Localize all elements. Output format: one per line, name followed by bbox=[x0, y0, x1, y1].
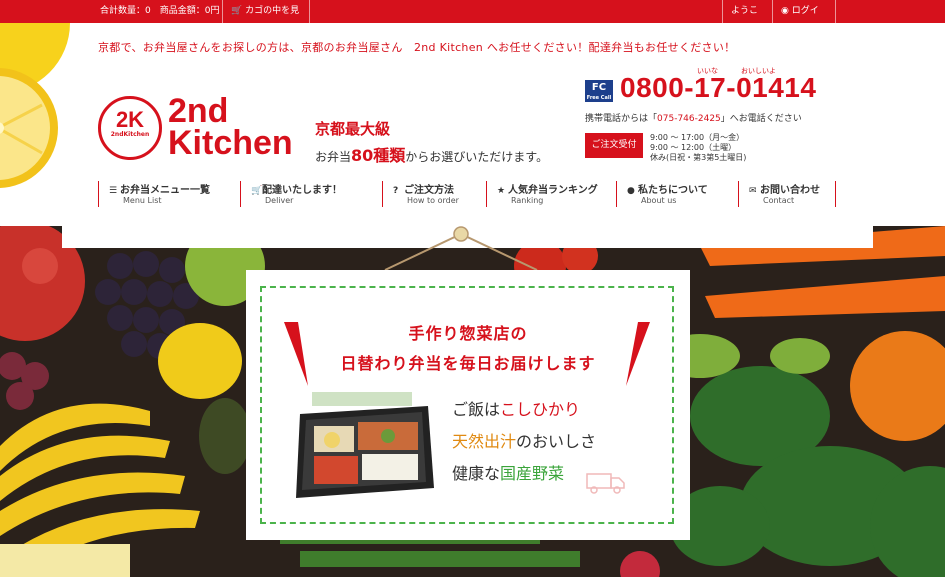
nav-contact-en: Contact bbox=[763, 196, 795, 205]
nav-menu-list-en: Menu List bbox=[123, 196, 162, 205]
kyoto-post: からお選びいただけます。 bbox=[405, 150, 549, 164]
site-header: 京都で、お弁当屋さんをお探しの方は、京都のお弁当屋さん 2nd Kitchen … bbox=[0, 23, 945, 226]
logo-mark[interactable]: 2K 2ndKitchen bbox=[98, 96, 162, 160]
nav-contact-jp: お問い合わせ bbox=[760, 185, 820, 196]
promo-veg-line: 健康な国産野菜 bbox=[452, 460, 564, 484]
mobile-phone-note: 携帯電話からは「075-746-2425」へお電話ください bbox=[585, 111, 802, 124]
freecall-mark: FC bbox=[591, 82, 607, 93]
welcome-text: ようこそ bbox=[722, 0, 772, 39]
user-icon: ◉ bbox=[781, 6, 789, 16]
mobile-post: 」へお電話ください bbox=[720, 114, 802, 124]
nav-menu-list[interactable]: ☰ お弁当メニュー一覧 Menu List bbox=[98, 181, 240, 207]
promo-dashi-highlight: 天然出汁 bbox=[452, 432, 517, 451]
kyoto-pre: お弁当 bbox=[315, 150, 352, 164]
order-reception-button[interactable]: ご注文受付 bbox=[585, 133, 643, 158]
promo-veg-pre: 健康な bbox=[452, 464, 501, 483]
kyoto-count: 80種類 bbox=[351, 146, 406, 165]
freecall-icon: FC Free Call bbox=[585, 80, 613, 102]
view-cart-link[interactable]: 🛒 カゴの中を見る bbox=[222, 0, 310, 39]
nav-deliver[interactable]: 🛒配達いたします！ Deliver bbox=[240, 181, 382, 207]
business-hours: 9:00 ～ 17:00（月～金） 9:00 ～ 12:00（土曜） 休み(日祝… bbox=[650, 133, 746, 163]
hours-closed: 休み(日祝・第3第5土曜日) bbox=[650, 153, 747, 162]
user-icon: ● bbox=[627, 186, 635, 196]
nav-how-to-order-en: How to order bbox=[407, 196, 459, 205]
promo-rice-line: ご飯はこしひかり bbox=[452, 396, 580, 420]
promo-card: 手作り惣菜店の 日替わり弁当を毎日お届けします ご飯はこしひかり 天然出汁のおい… bbox=[246, 270, 690, 540]
lemon-decoration bbox=[0, 23, 70, 188]
nav-deliver-en: Deliver bbox=[265, 196, 294, 205]
logo-line-1: 2nd bbox=[168, 92, 229, 130]
nav-deliver-jp: 配達いたします！ bbox=[262, 185, 342, 196]
freecall-small: Free Call bbox=[586, 95, 612, 101]
nav-how-to-order-jp: ご注文方法 bbox=[404, 185, 454, 196]
nav-ranking[interactable]: ★ 人気弁当ランキング Ranking bbox=[486, 181, 616, 207]
hours-weekday: 9:00 ～ 17:00（月～金） bbox=[650, 133, 745, 142]
nav-how-to-order[interactable]: ? ご注文方法 How to order bbox=[382, 181, 486, 207]
hours-saturday: 9:00 ～ 12:00（土曜） bbox=[650, 143, 737, 152]
kyoto-headline: 京都最大級 bbox=[315, 120, 391, 138]
nav-ranking-jp: 人気弁当ランキング bbox=[508, 185, 598, 196]
login-link[interactable]: ◉ ログイン bbox=[772, 0, 836, 39]
bento-photo bbox=[296, 392, 434, 498]
mail-icon: ✉ bbox=[749, 186, 757, 196]
cart-icon: 🛒 bbox=[231, 6, 243, 16]
hero-banner: 手作り惣菜店の 日替わり弁当を毎日お届けします ご飯はこしひかり 天然出汁のおい… bbox=[0, 226, 945, 577]
nav-menu-list-jp: お弁当メニュー一覧 bbox=[120, 185, 210, 196]
list-icon: ☰ bbox=[109, 186, 118, 196]
promo-dashi-line: 天然出汁のおいしさ bbox=[452, 428, 596, 452]
logo-wordmark[interactable]: 2nd Kitchen bbox=[168, 92, 293, 162]
nav-about-us[interactable]: ● 私たちについて About us bbox=[616, 181, 738, 207]
logo-mark-text: 2K bbox=[115, 107, 145, 132]
promo-catch-line-2: 日替わり弁当を毎日お届けします bbox=[340, 354, 596, 373]
nav-contact[interactable]: ✉ お問い合わせ Contact bbox=[738, 181, 836, 207]
promo-dashi-post: のおいしさ bbox=[516, 432, 597, 451]
mobile-pre: 携帯電話からは「 bbox=[585, 114, 658, 124]
site-tagline: 京都で、お弁当屋さんをお探しの方は、京都のお弁当屋さん 2nd Kitchen … bbox=[98, 41, 736, 54]
promo-rice-highlight: こしひかり bbox=[500, 400, 581, 419]
cart-summary: 合計数量：0 商品金額：0円 bbox=[100, 6, 220, 16]
nav-about-us-jp: 私たちについて bbox=[638, 185, 708, 196]
question-icon: ? bbox=[393, 186, 399, 196]
logo-line-2: Kitchen bbox=[168, 124, 293, 162]
top-bar: 合計数量：0 商品金額：0円 🛒 カゴの中を見る ようこそ ◉ ログイン bbox=[0, 0, 945, 39]
promo-rice-pre: ご飯は bbox=[452, 400, 501, 419]
phone-number[interactable]: 0800-17-01414 bbox=[620, 72, 816, 104]
nav-about-us-en: About us bbox=[641, 196, 677, 205]
nav-ranking-en: Ranking bbox=[511, 196, 544, 205]
mobile-number[interactable]: 075-746-2425 bbox=[657, 114, 721, 124]
delivery-truck-icon bbox=[586, 473, 625, 494]
kyoto-subline: お弁当80種類からお選びいただけます。 bbox=[315, 142, 548, 166]
star-icon: ★ bbox=[497, 186, 506, 196]
cart-icon: 🛒 bbox=[251, 186, 263, 196]
promo-veg-highlight: 国産野菜 bbox=[500, 464, 565, 483]
logo-mark-sub: 2ndKitchen bbox=[110, 131, 150, 138]
promo-catch-line-1: 手作り惣菜店の bbox=[408, 324, 528, 343]
